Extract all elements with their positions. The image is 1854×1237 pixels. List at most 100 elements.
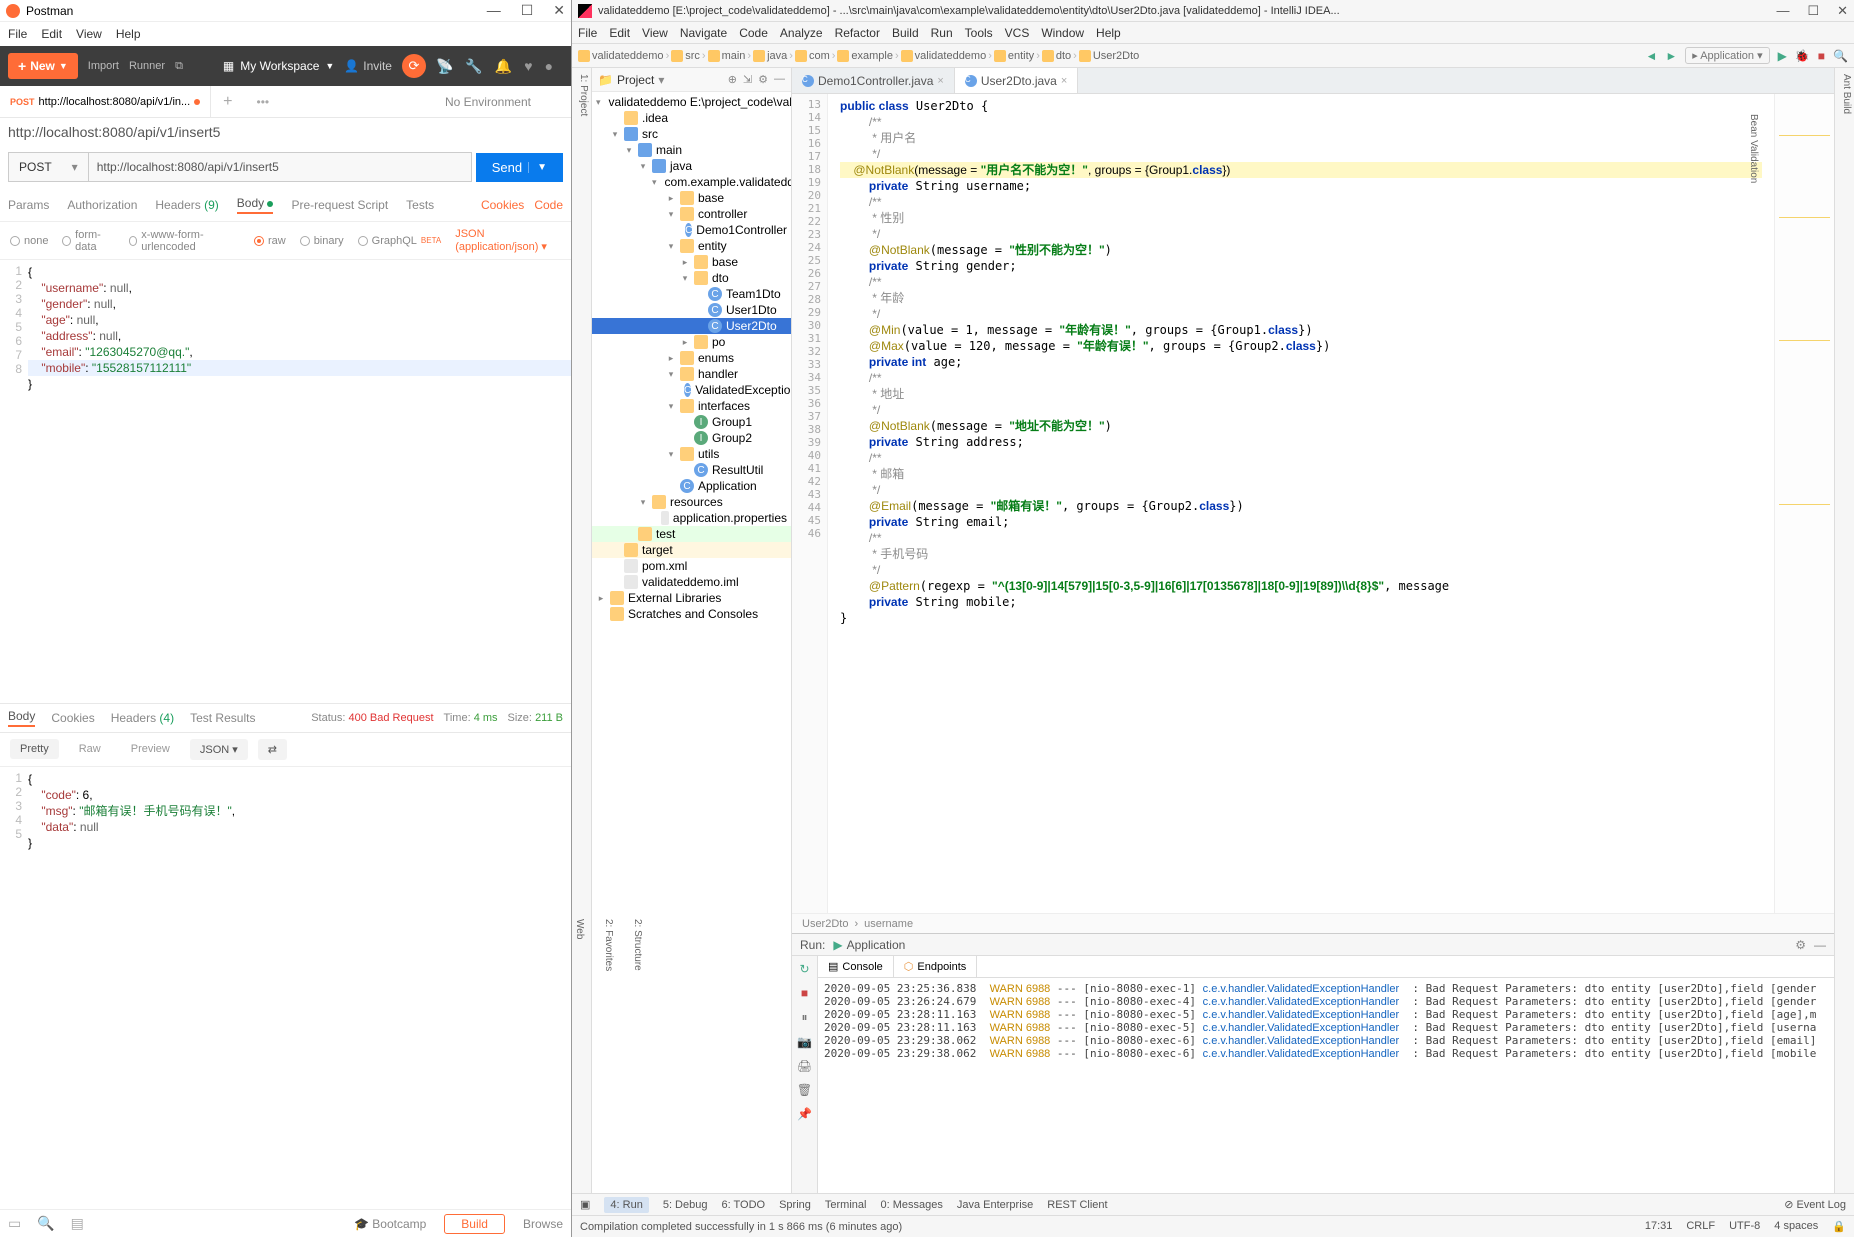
tree-node[interactable]: application.properties [592, 510, 791, 526]
tool-bean[interactable]: Bean Validation [1748, 114, 1759, 1187]
menu-edit[interactable]: Edit [41, 27, 62, 41]
tree-node[interactable]: ▸base [592, 254, 791, 270]
bottom-tab[interactable]: 0: Messages [880, 1199, 942, 1211]
tree-node[interactable]: CResultUtil [592, 462, 791, 478]
minimize-icon[interactable]: — [487, 2, 501, 19]
tool-struct[interactable]: 2: Structure [632, 919, 643, 1187]
menu-tools[interactable]: Tools [965, 26, 993, 40]
minimap[interactable] [1774, 94, 1834, 913]
debug-icon[interactable]: 🐞 [1795, 49, 1810, 63]
resp-body[interactable]: Body [8, 709, 35, 727]
search-icon[interactable]: 🔍 [1833, 49, 1848, 63]
import-button[interactable]: Import [88, 60, 119, 72]
request-tab[interactable]: POST http://localhost:8080/api/v1/in... [0, 86, 211, 117]
workspace-dropdown[interactable]: ▦ My Workspace ▼ [223, 59, 334, 73]
stop-icon[interactable]: ■ [1818, 49, 1825, 63]
sync-icon[interactable]: ⟳ [402, 54, 426, 78]
tree-node[interactable]: pom.xml [592, 558, 791, 574]
bottom-tab[interactable]: Spring [779, 1199, 811, 1211]
wrench-icon[interactable]: 🔧 [465, 58, 482, 75]
collapse-icon[interactable]: ⇲ [743, 73, 752, 86]
tree-node[interactable]: ▾controller [592, 206, 791, 222]
resp-cookies[interactable]: Cookies [51, 711, 94, 725]
tab-options-button[interactable]: ••• [245, 95, 282, 109]
gear-icon[interactable]: ⚙ [758, 73, 768, 86]
pause-icon[interactable]: ⏸ [801, 1010, 807, 1025]
tool-web[interactable]: Web [574, 919, 585, 1187]
view-type[interactable]: JSON ▾ [190, 739, 248, 760]
satellite-icon[interactable]: 📡 [436, 58, 453, 75]
menu-file[interactable]: File [578, 26, 597, 40]
tab-params[interactable]: Params [8, 198, 49, 212]
tree-node[interactable]: ▸po [592, 334, 791, 350]
add-tab-button[interactable]: + [211, 93, 244, 111]
body-urlencoded[interactable]: x-www-form-urlencoded [129, 229, 240, 253]
environment-selector[interactable]: No Environment [445, 95, 571, 109]
bottom-tab[interactable]: Terminal [825, 1199, 867, 1211]
tree-node[interactable]: CTeam1Dto [592, 286, 791, 302]
menu-analyze[interactable]: Analyze [780, 26, 823, 40]
resp-tests[interactable]: Test Results [190, 711, 255, 725]
body-raw[interactable]: raw [254, 235, 286, 247]
bottom-tab[interactable]: 6: TODO [721, 1199, 765, 1211]
menu-view[interactable]: View [642, 26, 668, 40]
menu-help[interactable]: Help [116, 27, 141, 41]
tree-node[interactable]: CApplication [592, 478, 791, 494]
console-tab[interactable]: ▤Console [818, 956, 894, 977]
build-button[interactable]: Build [444, 1214, 505, 1234]
bottom-tab[interactable]: 5: Debug [663, 1199, 708, 1211]
close-icon[interactable]: × [1061, 75, 1067, 87]
code-editor[interactable]: public class User2Dto { /** * 用户名 */ @No… [828, 94, 1774, 913]
cookies-link[interactable]: Cookies [481, 198, 524, 212]
tab-prerequest[interactable]: Pre-request Script [291, 198, 388, 212]
pin-icon[interactable]: 📌 [797, 1107, 812, 1121]
bottom-tab[interactable]: 4: Run [604, 1197, 648, 1213]
heart-icon[interactable]: ♥ [524, 58, 532, 75]
gear-icon[interactable]: ⚙ [1795, 938, 1806, 952]
console-icon[interactable]: ▤ [71, 1215, 84, 1232]
tool-project[interactable]: 1: Project [574, 74, 589, 116]
tree-node[interactable]: ▾resources [592, 494, 791, 510]
minimize-icon[interactable]: — [1776, 3, 1789, 19]
crumb[interactable]: User2Dto [1079, 50, 1139, 62]
tree-node[interactable]: ▾handler [592, 366, 791, 382]
tree-node[interactable]: ▾validateddemo E:\project_code\validated… [592, 94, 791, 110]
content-type-select[interactable]: JSON (application/json) ▾ [455, 228, 561, 253]
menu-edit[interactable]: Edit [609, 26, 630, 40]
bottom-tab[interactable]: Java Enterprise [957, 1199, 1033, 1211]
view-pretty[interactable]: Pretty [10, 739, 59, 759]
menu-vcs[interactable]: VCS [1005, 26, 1030, 40]
bootcamp-link[interactable]: 🎓 Bootcamp [354, 1217, 426, 1231]
tab-body[interactable]: Body [237, 196, 274, 214]
tree-node[interactable]: ▾dto [592, 270, 791, 286]
menu-run[interactable]: Run [931, 26, 953, 40]
project-tree[interactable]: ▾validateddemo E:\project_code\validated… [592, 92, 791, 1193]
lock-icon[interactable]: 🔒 [1832, 1220, 1846, 1233]
new-button[interactable]: +New▼ [8, 53, 78, 79]
tree-node[interactable]: CDemo1Controller [592, 222, 791, 238]
crumb[interactable]: validateddemo [901, 50, 987, 62]
event-log[interactable]: ⊘ Event Log [1784, 1198, 1846, 1211]
endpoints-tab[interactable]: ⬡Endpoints [894, 956, 978, 977]
menu-build[interactable]: Build [892, 26, 919, 40]
tree-node[interactable]: ▾java [592, 158, 791, 174]
crumb[interactable]: example [837, 50, 893, 62]
response-body[interactable]: 12345 { "code": 6, "msg": "邮箱有误！手机号码有误！"… [0, 767, 571, 1210]
maximize-icon[interactable]: ☐ [1807, 3, 1819, 19]
tree-node[interactable]: CValidatedExceptionHandl [592, 382, 791, 398]
resp-headers[interactable]: Headers (4) [111, 711, 174, 725]
stop-icon[interactable]: ■ [801, 986, 808, 1000]
sidebar-toggle-icon[interactable]: ▭ [8, 1215, 21, 1232]
run-icon[interactable]: ▶ [1778, 49, 1787, 63]
menu-navigate[interactable]: Navigate [680, 26, 727, 40]
body-binary[interactable]: binary [300, 235, 344, 247]
tree-node[interactable]: .idea [592, 110, 791, 126]
maximize-icon[interactable]: ☐ [521, 2, 534, 19]
menu-file[interactable]: File [8, 27, 27, 41]
send-button[interactable]: Send▼ [476, 153, 563, 182]
menu-window[interactable]: Window [1041, 26, 1084, 40]
crumb[interactable]: com [795, 50, 830, 62]
code-link[interactable]: Code [534, 198, 563, 212]
tree-node[interactable]: ▸External Libraries [592, 590, 791, 606]
hide-icon[interactable]: — [774, 73, 785, 86]
